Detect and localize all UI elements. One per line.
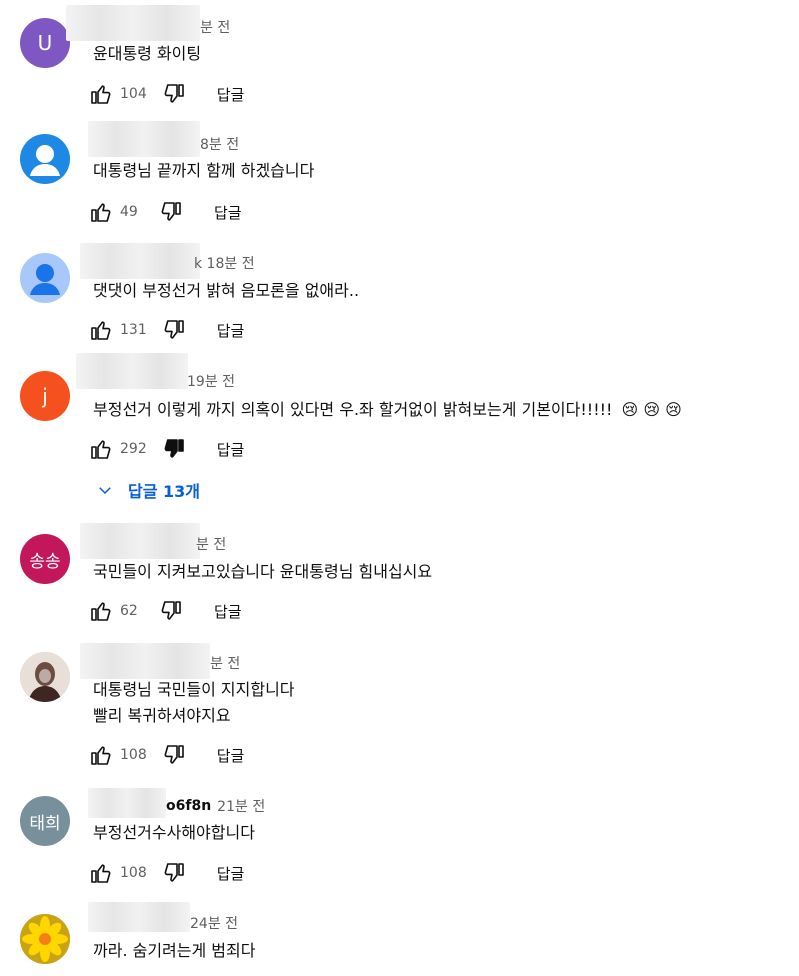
comment-text-line1: 대통령님 국민들이 지지합니다 (93, 680, 295, 699)
like-button[interactable] (88, 598, 114, 624)
like-button[interactable] (88, 199, 114, 225)
comment-text: 대통령님 끝까지 함께 하겠습니다 (93, 161, 315, 180)
redacted-author (88, 788, 166, 818)
thumbs-up-icon (91, 602, 111, 621)
avatar[interactable]: 송송 (20, 534, 70, 584)
view-replies-button[interactable]: 답글 13개 (96, 478, 200, 502)
thumbs-down-icon (164, 84, 184, 103)
reply-button[interactable]: 답글 (217, 745, 245, 766)
like-button[interactable] (88, 317, 114, 343)
like-button[interactable] (88, 81, 114, 107)
like-count: 104 (120, 86, 147, 102)
dislike-button[interactable] (161, 81, 187, 107)
thumbs-up-icon (91, 321, 111, 340)
comment-text: 까라. 숨기려는게 범죄다 (93, 941, 256, 960)
like-count: 108 (120, 747, 147, 763)
avatar[interactable] (20, 253, 70, 303)
reply-button[interactable]: 답글 (217, 863, 245, 884)
avatar[interactable] (20, 914, 70, 964)
reply-button[interactable]: 답글 (214, 601, 242, 622)
thumbs-down-icon (164, 320, 184, 339)
like-button[interactable] (88, 860, 114, 886)
avatar[interactable]: j (20, 371, 70, 421)
redacted-author (88, 121, 200, 157)
comment-text: 국민들이 지켜보고있습니다 윤대통령님 힘내십시요 (93, 562, 433, 581)
dislike-button[interactable] (161, 317, 187, 343)
person-icon (30, 264, 60, 295)
person-icon (30, 145, 60, 176)
chevron-down-icon (99, 487, 111, 495)
crying-emoji: 😢 😢 😢 (621, 400, 682, 419)
like-count: 292 (120, 441, 147, 457)
avatar[interactable] (20, 134, 70, 184)
like-button[interactable] (88, 436, 114, 462)
thumbs-down-icon (161, 601, 181, 620)
dislike-button[interactable] (161, 436, 187, 462)
avatar[interactable]: 태희 (20, 796, 70, 846)
redacted-author (80, 243, 200, 279)
thumbs-down-icon (164, 863, 184, 882)
thumbs-up-icon (91, 203, 111, 222)
like-count: 62 (120, 603, 138, 619)
comment-text: 윤대통령 화이팅 (93, 44, 202, 63)
redacted-author (88, 902, 190, 932)
comment-timestamp: 21분 전 (217, 799, 266, 815)
redacted-author (80, 523, 200, 559)
avatar[interactable] (20, 652, 70, 702)
comment-timestamp: 분 전 (200, 20, 231, 36)
thumbs-up-icon (91, 864, 111, 883)
comment-timestamp: k 18분 전 (194, 256, 255, 272)
thumbs-up-icon (91, 440, 111, 459)
like-button[interactable] (88, 742, 114, 768)
comment-author[interactable]: o6f8n (166, 798, 211, 814)
photo-avatar-icon (20, 652, 70, 702)
dislike-button[interactable] (161, 860, 187, 886)
thumbs-down-icon (161, 202, 181, 221)
thumbs-up-icon (91, 746, 111, 765)
comment-text: 댓댓이 부정선거 밝혀 음모론을 없애라.. (93, 281, 360, 300)
avatar[interactable]: U (20, 18, 70, 68)
comment-text-line2: 빨리 복귀하셔야지요 (93, 706, 231, 725)
comment-text: 부정선거 이렇게 까지 의혹이 있다면 우.좌 할거없이 밝혀보는게 기본이다!… (93, 400, 682, 419)
thumbs-down-icon (164, 745, 184, 764)
reply-button[interactable]: 답글 (217, 439, 245, 460)
redacted-author (76, 353, 188, 389)
dislike-button[interactable] (161, 742, 187, 768)
dislike-button[interactable] (158, 598, 184, 624)
like-count: 131 (120, 322, 147, 338)
comment-text: 부정선거수사해야합니다 (93, 823, 255, 842)
reply-button[interactable]: 답글 (217, 84, 245, 105)
comment-timestamp: 분 전 (210, 656, 241, 672)
reply-button[interactable]: 답글 (217, 320, 245, 341)
comment-timestamp: 8분 전 (200, 137, 240, 153)
comment-timestamp: 분 전 (196, 537, 227, 553)
redacted-author (66, 5, 200, 41)
like-count: 49 (120, 204, 138, 220)
flower-avatar-icon (20, 914, 70, 964)
redacted-author (80, 643, 210, 679)
dislike-button[interactable] (158, 199, 184, 225)
comment-timestamp: 24분 전 (190, 916, 239, 932)
reply-button[interactable]: 답글 (214, 202, 242, 223)
thumbs-down-filled-icon (164, 439, 184, 458)
comment-timestamp: 19분 전 (187, 374, 236, 390)
like-count: 108 (120, 865, 147, 881)
thumbs-up-icon (91, 85, 111, 104)
